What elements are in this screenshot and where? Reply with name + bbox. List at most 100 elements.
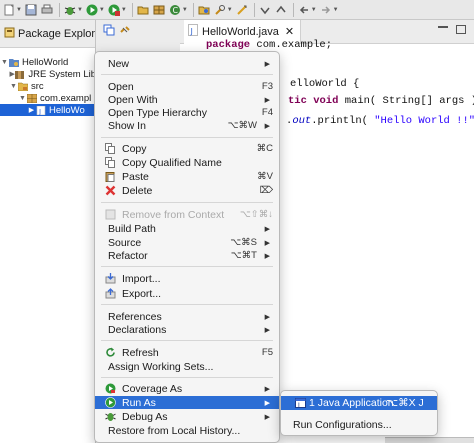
forward-icon[interactable]: [319, 3, 333, 17]
debug-icon[interactable]: [63, 3, 77, 17]
main-toolbar: ▼ ▼ ▼ ▼ C ▼ ▼ ▼ ▼: [0, 0, 474, 20]
chevron-down-icon[interactable]: ▼: [9, 83, 18, 90]
code-string: "Hello World !!": [374, 115, 474, 127]
menu-item-refresh[interactable]: Refresh F5: [95, 346, 279, 359]
menu-item-label: Refactor: [108, 249, 148, 262]
new-package-icon[interactable]: [152, 3, 166, 17]
menu-item-paste[interactable]: Paste ⌘V: [95, 170, 279, 183]
code-field: out: [292, 115, 312, 127]
toolbar-divider: [58, 2, 60, 17]
toolbar-divider: [292, 2, 294, 17]
chevron-down-icon[interactable]: ▼: [227, 7, 233, 13]
menu-item-source[interactable]: Source ⌥⌘S ▶: [95, 236, 279, 249]
menu-item-label: Remove from Context: [122, 208, 225, 221]
chevron-down-icon[interactable]: ▼: [121, 7, 127, 13]
back-icon[interactable]: [297, 3, 311, 17]
menu-item-restore-local-history[interactable]: Restore from Local History...: [95, 424, 279, 437]
chevron-down-icon[interactable]: ▼: [16, 7, 22, 13]
tree-item-project[interactable]: ▼ HelloWorld: [0, 56, 96, 68]
menu-item-debug-as[interactable]: Debug As ▶: [95, 410, 279, 423]
menu-item-label: Export...: [122, 287, 162, 300]
save-icon[interactable]: [24, 3, 38, 17]
next-annotation-icon[interactable]: [258, 3, 272, 17]
print-icon[interactable]: [40, 3, 54, 17]
package-explorer-tools: [103, 24, 131, 39]
chevron-down-icon[interactable]: ▼: [182, 7, 188, 13]
menu-item-export[interactable]: Export...: [95, 287, 279, 300]
menu-item-label: New: [108, 57, 130, 70]
menu-shortcut: F3: [261, 81, 273, 92]
maximize-icon[interactable]: [456, 25, 466, 34]
open-type-icon[interactable]: [197, 3, 211, 17]
package-icon: [26, 93, 38, 103]
chevron-down-icon[interactable]: ▼: [18, 95, 27, 102]
menu-item-copy-qualified-name[interactable]: Copy Qualified Name: [95, 156, 279, 169]
chevron-down-icon[interactable]: ▼: [99, 7, 105, 13]
tree-item-package[interactable]: ▼ com.exampl: [0, 92, 96, 104]
menu-item-delete[interactable]: Delete ⌦: [95, 184, 279, 197]
menu-item-refactor[interactable]: Refactor ⌥⌘T ▶: [95, 249, 279, 262]
code-keyword: tic void: [288, 95, 339, 107]
menu-item-label: Declarations: [108, 323, 167, 336]
new-class-icon[interactable]: C: [168, 3, 182, 17]
editor-tab-label: HelloWorld.java: [202, 25, 279, 38]
tree-item-src[interactable]: ▼ src: [0, 80, 96, 92]
toolbar-divider: [131, 2, 133, 17]
menu-item-declarations[interactable]: Declarations ▶: [95, 323, 279, 336]
menu-item-references[interactable]: References ▶: [95, 310, 279, 323]
menu-item-show-in[interactable]: Show In ⌥⌘W ▶: [95, 119, 279, 132]
run-icon: [105, 397, 116, 408]
menu-item-open-type-hierarchy[interactable]: Open Type Hierarchy F4: [95, 106, 279, 119]
chevron-right-icon[interactable]: ▶: [27, 106, 36, 114]
menu-item-label: Run As: [122, 396, 156, 409]
menu-item-label: Copy Qualified Name: [122, 156, 222, 169]
menu-item-build-path[interactable]: Build Path ▶: [95, 222, 279, 235]
tree-item-jre[interactable]: ▶ JRE System Lib: [0, 68, 96, 80]
submenu-item-run-configurations[interactable]: Run Configurations...: [281, 418, 437, 432]
menu-shortcut: ⌥⌘X J: [386, 397, 424, 409]
minimize-icon[interactable]: [438, 26, 448, 36]
external-tools-icon[interactable]: [107, 3, 121, 17]
coverage-icon: [105, 383, 116, 394]
toolbar-divider: [192, 2, 194, 17]
code-line: tic void main( String[] args ) {: [288, 95, 474, 109]
menu-item-label: Show In: [108, 119, 146, 132]
menu-item-label: Import...: [122, 272, 161, 285]
menu-item-label: Open With: [108, 93, 158, 106]
context-menu: New ▶ Open F3 Open With ▶ Open Type Hier…: [94, 51, 280, 443]
new-file-icon[interactable]: [2, 3, 16, 17]
tree-item-java-file[interactable]: ▶ J HelloWo: [0, 104, 96, 116]
menu-item-new[interactable]: New ▶: [95, 57, 279, 70]
new-java-project-icon[interactable]: [136, 3, 150, 17]
svg-text:J: J: [190, 27, 193, 36]
search-icon[interactable]: [213, 3, 227, 17]
prev-annotation-icon[interactable]: [274, 3, 288, 17]
delete-icon: [105, 185, 116, 196]
menu-item-run-as[interactable]: Run As ▶: [95, 396, 279, 409]
menu-item-coverage-as[interactable]: Coverage As ▶: [95, 382, 279, 395]
menu-separator: [101, 377, 273, 378]
package-explorer-tab[interactable]: Package Explorer ✕: [0, 20, 95, 48]
close-icon[interactable]: ✕: [285, 25, 294, 38]
chevron-right-icon: ▶: [264, 313, 270, 321]
code-text: com.example;: [250, 39, 333, 51]
run-icon[interactable]: [85, 3, 99, 17]
menu-item-open-with[interactable]: Open With ▶: [95, 93, 279, 106]
menu-item-assign-working-sets[interactable]: Assign Working Sets...: [95, 360, 279, 373]
menu-item-import[interactable]: Import...: [95, 272, 279, 285]
menu-item-open[interactable]: Open F3: [95, 80, 279, 93]
link-with-editor-icon[interactable]: [119, 24, 131, 39]
menu-shortcut: ⌥⌘S: [230, 237, 257, 248]
submenu-item-java-application[interactable]: J 1 Java Application ⌥⌘X J: [281, 396, 437, 410]
toolbar-divider: [253, 2, 255, 17]
menu-shortcut: ⌘V: [257, 171, 273, 182]
library-icon: [15, 70, 25, 79]
chevron-down-icon[interactable]: ▼: [0, 59, 9, 66]
collapse-all-icon[interactable]: [103, 24, 115, 39]
annotation-icon[interactable]: [235, 3, 249, 17]
chevron-down-icon[interactable]: ▼: [77, 7, 83, 13]
chevron-down-icon[interactable]: ▼: [333, 7, 339, 13]
menu-item-label: Refresh: [122, 346, 159, 359]
chevron-down-icon[interactable]: ▼: [311, 7, 317, 13]
menu-item-copy[interactable]: Copy ⌘C: [95, 142, 279, 155]
